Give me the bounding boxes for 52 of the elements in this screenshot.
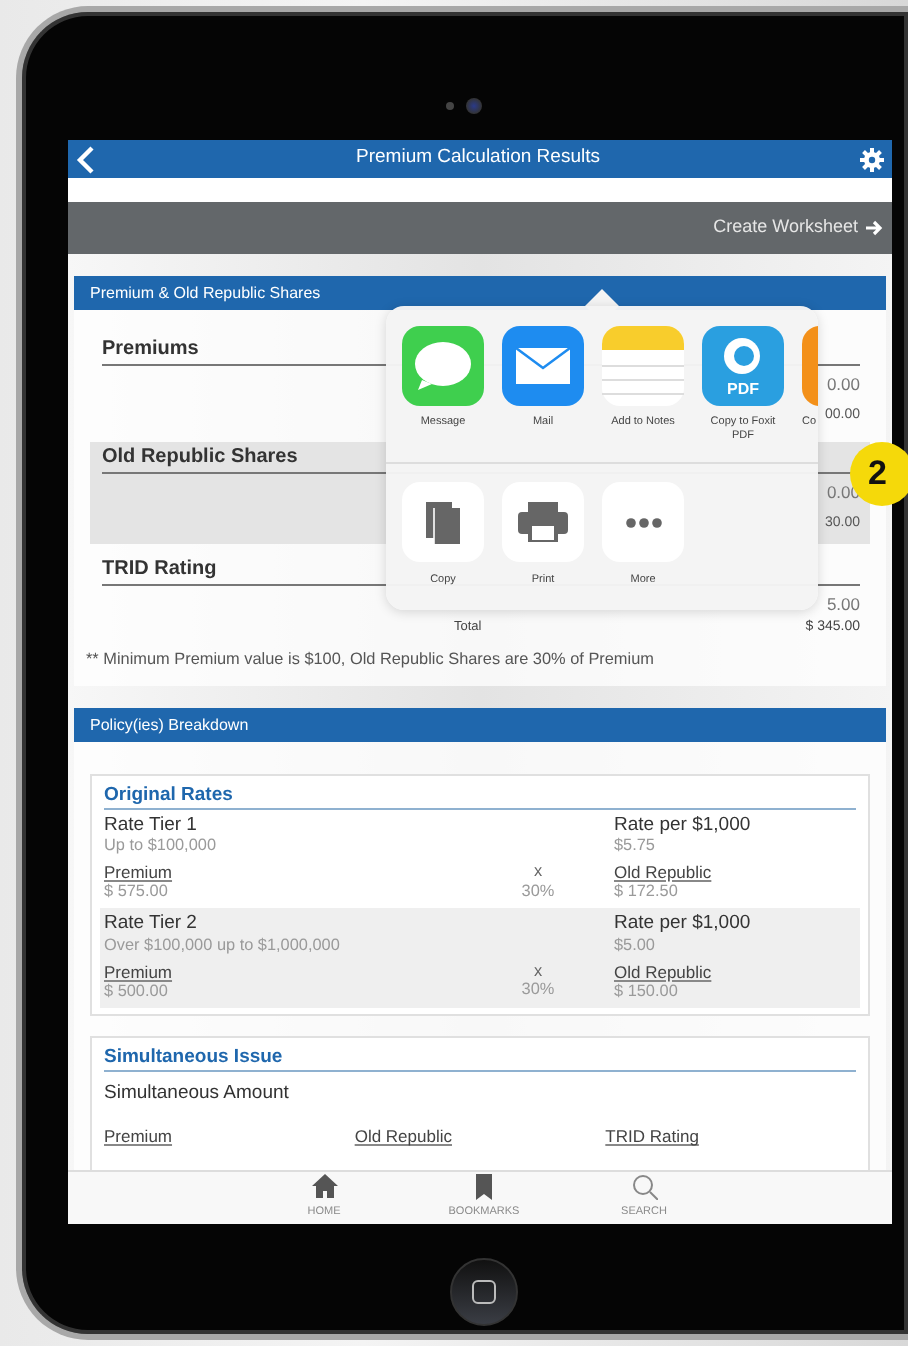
rate-value: $5.75 bbox=[614, 836, 657, 857]
card-header: Policy(ies) Breakdown bbox=[74, 707, 886, 742]
amount-value: 5.00 bbox=[826, 593, 860, 614]
settings-icon bbox=[860, 147, 884, 171]
group-title: Original Rates bbox=[104, 783, 856, 811]
amount-value: 0.00 bbox=[826, 374, 860, 394]
page-title: Premium Calculation Results bbox=[354, 144, 602, 173]
tier-name: Rate Tier 1 bbox=[104, 814, 199, 837]
card-header: Premium & Old Republic Shares bbox=[74, 276, 886, 310]
column-label: Premium bbox=[104, 862, 175, 883]
column-label: Premium bbox=[104, 961, 175, 982]
rate-label: Rate per $1,000 bbox=[614, 912, 753, 936]
printer-icon bbox=[518, 501, 568, 543]
envelope-icon bbox=[502, 326, 584, 406]
sensor-icon bbox=[446, 102, 454, 110]
share-value: $ 172.50 bbox=[614, 882, 678, 903]
premium-value: $ 575.00 bbox=[104, 882, 170, 903]
rate-label: Rate per $1,000 bbox=[614, 814, 753, 837]
subsection-title: Simultaneous Amount bbox=[104, 1079, 291, 1108]
premium-value: $ 500.00 bbox=[104, 981, 170, 1002]
more-icon bbox=[625, 517, 661, 527]
notepad-icon bbox=[602, 326, 684, 406]
column-label: TRID Rating bbox=[605, 1126, 699, 1147]
column-label: Premium bbox=[104, 1126, 173, 1147]
percent-value: 30% bbox=[519, 882, 557, 902]
footnote: ** Minimum Premium value is $100, Old Republic Shares are 30% of Premium bbox=[84, 647, 656, 672]
column-label: Old Republic bbox=[614, 862, 714, 883]
bookmark-icon bbox=[471, 1174, 497, 1201]
tier-range: Over $100,000 up to $1,000,000 bbox=[104, 935, 342, 956]
home-button[interactable] bbox=[450, 1258, 518, 1326]
home-icon bbox=[311, 1174, 337, 1201]
back-button[interactable] bbox=[76, 145, 96, 173]
document-icon: PDF bbox=[702, 326, 784, 406]
chat-bubble-icon bbox=[402, 326, 484, 406]
search-icon bbox=[631, 1174, 657, 1201]
operator-sign: x bbox=[531, 961, 545, 981]
app-icon bbox=[802, 326, 818, 406]
column-label: Old Republic bbox=[614, 961, 714, 982]
settings-button[interactable] bbox=[860, 147, 884, 171]
rate-value: $5.00 bbox=[614, 935, 657, 956]
copy-icon bbox=[426, 501, 460, 543]
tier-range: Up to $100,000 bbox=[104, 836, 218, 857]
camera-icon bbox=[466, 98, 482, 114]
group-title: Simultaneous Issue bbox=[104, 1045, 856, 1072]
column-label: Old Republic bbox=[354, 1126, 452, 1147]
tier-name: Rate Tier 2 bbox=[104, 912, 199, 936]
back-chevron-icon bbox=[76, 145, 96, 173]
create-worksheet-link[interactable]: Create Worksheet bbox=[713, 214, 884, 242]
share-value: $ 150.00 bbox=[614, 981, 678, 1002]
operator-sign: x bbox=[531, 862, 545, 883]
arrow-right-icon bbox=[866, 220, 884, 236]
percent-value: 30% bbox=[519, 980, 557, 1001]
